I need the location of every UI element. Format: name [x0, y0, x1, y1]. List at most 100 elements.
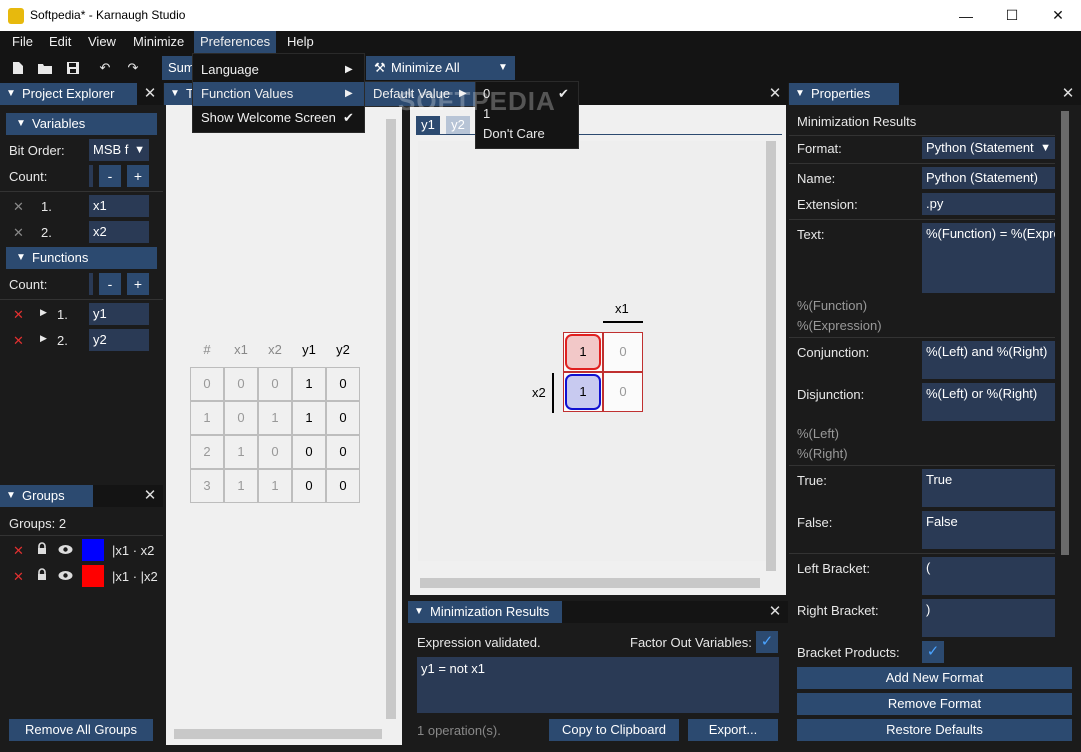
group-color-swatch[interactable]	[82, 539, 104, 561]
factor-out-label: Factor Out Variables:	[630, 635, 752, 650]
menu-minimize[interactable]: Minimize	[127, 31, 190, 53]
left-bracket-input[interactable]: (	[922, 557, 1055, 595]
right-bracket-label: Right Bracket:	[797, 603, 879, 618]
left-hint: %(Left)	[797, 426, 839, 441]
close-icon[interactable]: ✕	[139, 485, 161, 507]
restore-defaults-button[interactable]: Restore Defaults	[797, 719, 1072, 741]
add-new-format-button[interactable]: Add New Format	[797, 667, 1072, 689]
expand-icon[interactable]: ▶	[40, 333, 47, 344]
menu-view[interactable]: View	[82, 31, 122, 53]
new-file-icon[interactable]	[7, 57, 29, 79]
window-title: Softpedia* - Karnaugh Studio	[30, 8, 186, 22]
bracket-products-checkbox[interactable]: ✓	[922, 641, 944, 663]
lock-icon[interactable]	[36, 568, 48, 584]
undo-icon[interactable]: ↶	[94, 57, 116, 79]
delete-group-icon[interactable]: ✕	[13, 569, 24, 585]
close-icon[interactable]: ✕	[764, 601, 786, 623]
conjunction-input[interactable]: %(Left) and %(Right)	[922, 341, 1055, 379]
kmap-panel: ✕ y1 y2 x1 x2 1 0 1 0	[408, 83, 788, 599]
close-icon[interactable]: ✕	[139, 83, 161, 105]
redo-icon[interactable]: ↷	[122, 57, 144, 79]
open-folder-icon[interactable]	[34, 57, 56, 79]
close-icon[interactable]: ✕	[1057, 83, 1079, 105]
vertical-scrollbar[interactable]	[386, 119, 396, 719]
kmap-cell[interactable]: 1	[565, 334, 601, 370]
functions-section-header[interactable]: ▼ Functions	[6, 247, 157, 269]
sum-dropdown[interactable]: Sum	[162, 56, 196, 80]
delete-variable-icon[interactable]: ✕	[13, 199, 24, 215]
export-button[interactable]: Export...	[688, 719, 778, 741]
panel-menu-icon: ▼	[170, 88, 180, 99]
expand-icon[interactable]: ▶	[40, 307, 47, 318]
variables-section-header[interactable]: ▼ Variables	[6, 113, 157, 135]
kmap-cell[interactable]: 0	[603, 332, 643, 372]
menu-item-function-values[interactable]: Function Values ▶	[193, 82, 364, 106]
factor-out-checkbox[interactable]: ✓	[756, 631, 778, 653]
column-header: y2	[336, 342, 350, 357]
menu-item-dont-care[interactable]: Don't Care	[483, 124, 545, 144]
horizontal-scrollbar[interactable]	[420, 578, 760, 588]
horizontal-scrollbar[interactable]	[174, 729, 382, 739]
bit-order-select[interactable]: MSB f ▼	[89, 139, 149, 161]
delete-variable-icon[interactable]: ✕	[13, 225, 24, 241]
save-icon[interactable]	[62, 57, 84, 79]
close-window-button[interactable]: ✕	[1035, 0, 1081, 31]
text-input[interactable]: %(Function) = %(Expres	[922, 223, 1055, 293]
delete-function-icon[interactable]: ✕	[13, 333, 24, 349]
left-bracket-label: Left Bracket:	[797, 561, 870, 576]
delete-group-icon[interactable]: ✕	[13, 543, 24, 559]
eye-icon[interactable]	[58, 543, 73, 558]
right-bracket-input[interactable]: )	[922, 599, 1055, 637]
menu-item-show-welcome-screen[interactable]: Show Welcome Screen ✔	[193, 106, 364, 130]
properties-tab[interactable]: ▼ Properties	[789, 83, 899, 105]
truth-table-tab[interactable]: ▼ T	[164, 83, 194, 105]
wand-icon: ⚒	[374, 60, 386, 75]
function-name-input[interactable]: y1	[89, 303, 149, 325]
functions-increment-button[interactable]: +	[127, 273, 149, 295]
delete-function-icon[interactable]: ✕	[13, 307, 24, 323]
menu-preferences[interactable]: Preferences	[194, 31, 277, 53]
kmap-cell[interactable]: 1	[565, 374, 601, 410]
function-tab-y1[interactable]: y1	[416, 116, 440, 134]
extension-input[interactable]: .py	[922, 193, 1055, 215]
vertical-scrollbar[interactable]	[1061, 111, 1069, 555]
functions-decrement-button[interactable]: -	[99, 273, 121, 295]
project-explorer-tab[interactable]: ▼ Project Explorer	[0, 83, 137, 105]
false-input[interactable]: False	[922, 511, 1055, 549]
remove-format-button[interactable]: Remove Format	[797, 693, 1072, 715]
variable-name-input[interactable]: x1	[89, 195, 149, 217]
minimization-results-tab[interactable]: ▼ Minimization Results	[408, 601, 562, 623]
kmap-grid: 1 0 1 0	[563, 332, 643, 412]
menu-edit[interactable]: Edit	[43, 31, 77, 53]
vertical-scrollbar[interactable]	[766, 141, 776, 571]
variable-name-input[interactable]: x2	[89, 221, 149, 243]
variables-increment-button[interactable]: +	[127, 165, 149, 187]
minimize-window-button[interactable]: —	[943, 0, 989, 31]
true-input[interactable]: True	[922, 469, 1055, 507]
groups-tab[interactable]: ▼ Groups	[0, 485, 93, 507]
maximize-window-button[interactable]: ☐	[989, 0, 1035, 31]
kmap-cell[interactable]: 0	[603, 372, 643, 412]
text-hint: %(Expression)	[797, 318, 882, 333]
disjunction-input[interactable]: %(Left) or %(Right)	[922, 383, 1055, 421]
properties-panel: ▼ Properties ✕ Minimization Results Form…	[789, 83, 1081, 752]
menu-file[interactable]: File	[6, 31, 39, 53]
close-icon[interactable]: ✕	[764, 83, 786, 105]
lock-icon[interactable]	[36, 542, 48, 558]
menu-item-language[interactable]: Language ▶	[193, 58, 364, 82]
function-index: 1.	[57, 307, 68, 322]
remove-all-groups-button[interactable]: Remove All Groups	[9, 719, 153, 741]
function-name-input[interactable]: y2	[89, 329, 149, 351]
minimize-all-button[interactable]: ⚒ Minimize All ▼	[366, 56, 515, 80]
format-select[interactable]: Python (Statement ▼	[922, 137, 1055, 159]
name-input[interactable]: Python (Statement)	[922, 167, 1055, 189]
copy-to-clipboard-button[interactable]: Copy to Clipboard	[549, 719, 679, 741]
menu-help[interactable]: Help	[281, 31, 320, 53]
kmap-column-bar	[603, 321, 643, 323]
variables-decrement-button[interactable]: -	[99, 165, 121, 187]
panel-menu-icon: ▼	[6, 490, 16, 501]
function-tab-y2[interactable]: y2	[446, 116, 470, 134]
eye-icon[interactable]	[58, 569, 73, 584]
expression-output[interactable]: y1 = not x1	[417, 657, 779, 713]
group-color-swatch[interactable]	[82, 565, 104, 587]
